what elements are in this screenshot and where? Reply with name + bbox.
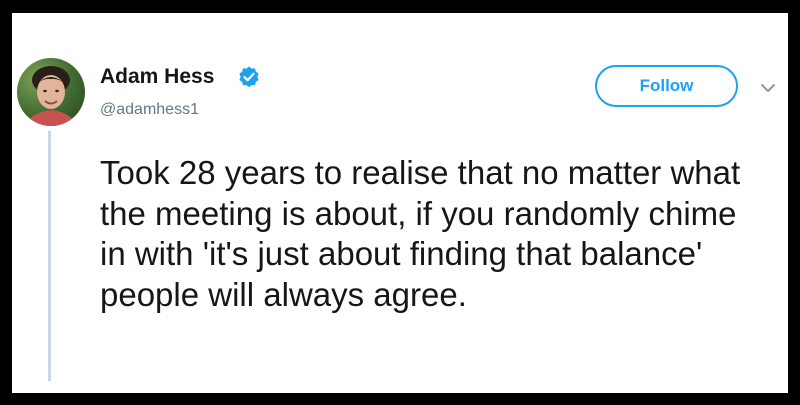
avatar-photo <box>25 66 77 126</box>
author-handle[interactable]: @adamhess1 <box>100 101 199 119</box>
verified-badge-icon <box>239 66 259 88</box>
tweet-card: Adam Hess @adamhess1 Follow Took 28 year… <box>12 13 788 393</box>
follow-button[interactable]: Follow <box>595 65 738 107</box>
chevron-down-icon[interactable] <box>760 83 776 93</box>
tweet-text: Took 28 years to realise that no matter … <box>100 154 741 313</box>
author-name[interactable]: Adam Hess <box>100 65 214 89</box>
avatar[interactable] <box>17 58 85 126</box>
thread-line <box>48 131 51 381</box>
